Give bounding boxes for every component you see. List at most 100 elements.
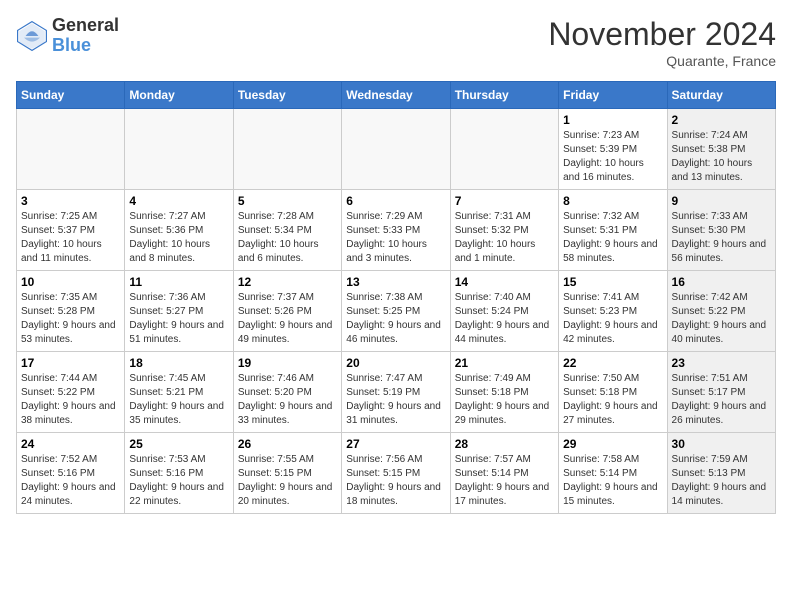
day-number: 10 [21,275,120,289]
logo: General Blue [16,16,119,56]
day-number: 17 [21,356,120,370]
day-info: Sunrise: 7:52 AM Sunset: 5:16 PM Dayligh… [21,453,120,509]
day-info: Sunrise: 7:24 AM Sunset: 5:38 PM Dayligh… [672,129,771,185]
calendar-cell: 25 Sunrise: 7:53 AM Sunset: 5:16 PM Dayli… [125,433,233,514]
day-info: Sunrise: 7:38 AM Sunset: 5:25 PM Dayligh… [346,291,445,347]
day-info: Sunrise: 7:42 AM Sunset: 5:22 PM Dayligh… [672,291,771,347]
calendar-cell: 19 Sunrise: 7:46 AM Sunset: 5:20 PM Dayli… [233,352,341,433]
calendar-cell: 14 Sunrise: 7:40 AM Sunset: 5:24 PM Dayli… [450,271,558,352]
title-block: November 2024 Quarante, France [548,16,776,69]
calendar-cell: 1Sunrise: 7:23 AM Sunset: 5:39 PM Daylig… [559,109,667,190]
calendar-cell: 16Sunrise: 7:42 AM Sunset: 5:22 PM Dayli… [667,271,775,352]
day-number: 23 [672,356,771,370]
day-number: 12 [238,275,337,289]
week-row-4: 17 Sunrise: 7:44 AM Sunset: 5:22 PM Dayli… [17,352,776,433]
calendar-cell: 13 Sunrise: 7:38 AM Sunset: 5:25 PM Dayli… [342,271,450,352]
day-info: Sunrise: 7:53 AM Sunset: 5:16 PM Dayligh… [129,453,228,509]
calendar-cell: 3 Sunrise: 7:25 AM Sunset: 5:37 PM Daylig… [17,190,125,271]
day-number: 8 [563,194,662,208]
calendar-cell: 15Sunrise: 7:41 AM Sunset: 5:23 PM Dayli… [559,271,667,352]
calendar-cell [450,109,558,190]
calendar-cell: 29 Sunrise: 7:58 AM Sunset: 5:14 PM Dayli… [559,433,667,514]
day-number: 19 [238,356,337,370]
calendar-cell [342,109,450,190]
day-info: Sunrise: 7:29 AM Sunset: 5:33 PM Dayligh… [346,210,445,266]
day-number: 7 [455,194,554,208]
location: Quarante, France [548,53,776,69]
logo-general: General [52,15,119,35]
day-number: 28 [455,437,554,451]
calendar-cell: 23 Sunrise: 7:51 AM Sunset: 5:17 PM Dayli… [667,352,775,433]
day-number: 5 [238,194,337,208]
calendar-cell: 7 Sunrise: 7:31 AM Sunset: 5:32 PM Daylig… [450,190,558,271]
day-info: Sunrise: 7:23 AM Sunset: 5:39 PM Dayligh… [563,129,662,185]
day-number: 2 [672,113,771,127]
day-header-friday: Friday [559,82,667,109]
calendar-cell [17,109,125,190]
day-number: 6 [346,194,445,208]
day-number: 27 [346,437,445,451]
day-number: 14 [455,275,554,289]
day-info: Sunrise: 7:44 AM Sunset: 5:22 PM Dayligh… [21,372,120,428]
day-number: 4 [129,194,228,208]
calendar-cell: 4 Sunrise: 7:27 AM Sunset: 5:36 PM Daylig… [125,190,233,271]
week-row-5: 24 Sunrise: 7:52 AM Sunset: 5:16 PM Dayli… [17,433,776,514]
day-number: 25 [129,437,228,451]
calendar-cell: 17 Sunrise: 7:44 AM Sunset: 5:22 PM Dayli… [17,352,125,433]
day-number: 24 [21,437,120,451]
day-info: Sunrise: 7:27 AM Sunset: 5:36 PM Dayligh… [129,210,228,266]
day-info: Sunrise: 7:46 AM Sunset: 5:20 PM Dayligh… [238,372,337,428]
day-header-saturday: Saturday [667,82,775,109]
calendar-cell: 10 Sunrise: 7:35 AM Sunset: 5:28 PM Dayli… [17,271,125,352]
day-header-tuesday: Tuesday [233,82,341,109]
day-info: Sunrise: 7:25 AM Sunset: 5:37 PM Dayligh… [21,210,120,266]
calendar-cell: 28 Sunrise: 7:57 AM Sunset: 5:14 PM Dayli… [450,433,558,514]
month-title: November 2024 [548,16,776,53]
week-row-2: 3 Sunrise: 7:25 AM Sunset: 5:37 PM Daylig… [17,190,776,271]
day-number: 21 [455,356,554,370]
day-number: 20 [346,356,445,370]
logo-icon [16,20,48,52]
day-info: Sunrise: 7:58 AM Sunset: 5:14 PM Dayligh… [563,453,662,509]
day-number: 29 [563,437,662,451]
day-number: 3 [21,194,120,208]
week-row-1: 1Sunrise: 7:23 AM Sunset: 5:39 PM Daylig… [17,109,776,190]
day-info: Sunrise: 7:55 AM Sunset: 5:15 PM Dayligh… [238,453,337,509]
day-info: Sunrise: 7:41 AM Sunset: 5:23 PM Dayligh… [563,291,662,347]
day-info: Sunrise: 7:57 AM Sunset: 5:14 PM Dayligh… [455,453,554,509]
calendar-cell: 9Sunrise: 7:33 AM Sunset: 5:30 PM Daylig… [667,190,775,271]
day-info: Sunrise: 7:50 AM Sunset: 5:18 PM Dayligh… [563,372,662,428]
day-number: 9 [672,194,771,208]
calendar-cell: 21 Sunrise: 7:49 AM Sunset: 5:18 PM Dayli… [450,352,558,433]
logo-blue: Blue [52,35,91,55]
day-number: 13 [346,275,445,289]
day-info: Sunrise: 7:45 AM Sunset: 5:21 PM Dayligh… [129,372,228,428]
logo-text: General Blue [52,16,119,56]
day-info: Sunrise: 7:51 AM Sunset: 5:17 PM Dayligh… [672,372,771,428]
day-header-thursday: Thursday [450,82,558,109]
day-info: Sunrise: 7:40 AM Sunset: 5:24 PM Dayligh… [455,291,554,347]
day-info: Sunrise: 7:37 AM Sunset: 5:26 PM Dayligh… [238,291,337,347]
day-info: Sunrise: 7:47 AM Sunset: 5:19 PM Dayligh… [346,372,445,428]
day-info: Sunrise: 7:35 AM Sunset: 5:28 PM Dayligh… [21,291,120,347]
day-info: Sunrise: 7:36 AM Sunset: 5:27 PM Dayligh… [129,291,228,347]
day-number: 26 [238,437,337,451]
calendar-table: SundayMondayTuesdayWednesdayThursdayFrid… [16,81,776,514]
week-row-3: 10 Sunrise: 7:35 AM Sunset: 5:28 PM Dayli… [17,271,776,352]
calendar-cell: 2 Sunrise: 7:24 AM Sunset: 5:38 PM Daylig… [667,109,775,190]
day-number: 22 [563,356,662,370]
calendar-cell [233,109,341,190]
day-info: Sunrise: 7:49 AM Sunset: 5:18 PM Dayligh… [455,372,554,428]
day-header-monday: Monday [125,82,233,109]
calendar-cell: 18Sunrise: 7:45 AM Sunset: 5:21 PM Dayli… [125,352,233,433]
day-info: Sunrise: 7:56 AM Sunset: 5:15 PM Dayligh… [346,453,445,509]
page-header: General Blue November 2024 Quarante, Fra… [16,16,776,69]
calendar-cell [125,109,233,190]
day-info: Sunrise: 7:32 AM Sunset: 5:31 PM Dayligh… [563,210,662,266]
day-info: Sunrise: 7:31 AM Sunset: 5:32 PM Dayligh… [455,210,554,266]
calendar-cell: 11Sunrise: 7:36 AM Sunset: 5:27 PM Dayli… [125,271,233,352]
calendar-cell: 20 Sunrise: 7:47 AM Sunset: 5:19 PM Dayli… [342,352,450,433]
day-info: Sunrise: 7:59 AM Sunset: 5:13 PM Dayligh… [672,453,771,509]
calendar-cell: 12 Sunrise: 7:37 AM Sunset: 5:26 PM Dayli… [233,271,341,352]
calendar-cell: 6 Sunrise: 7:29 AM Sunset: 5:33 PM Daylig… [342,190,450,271]
